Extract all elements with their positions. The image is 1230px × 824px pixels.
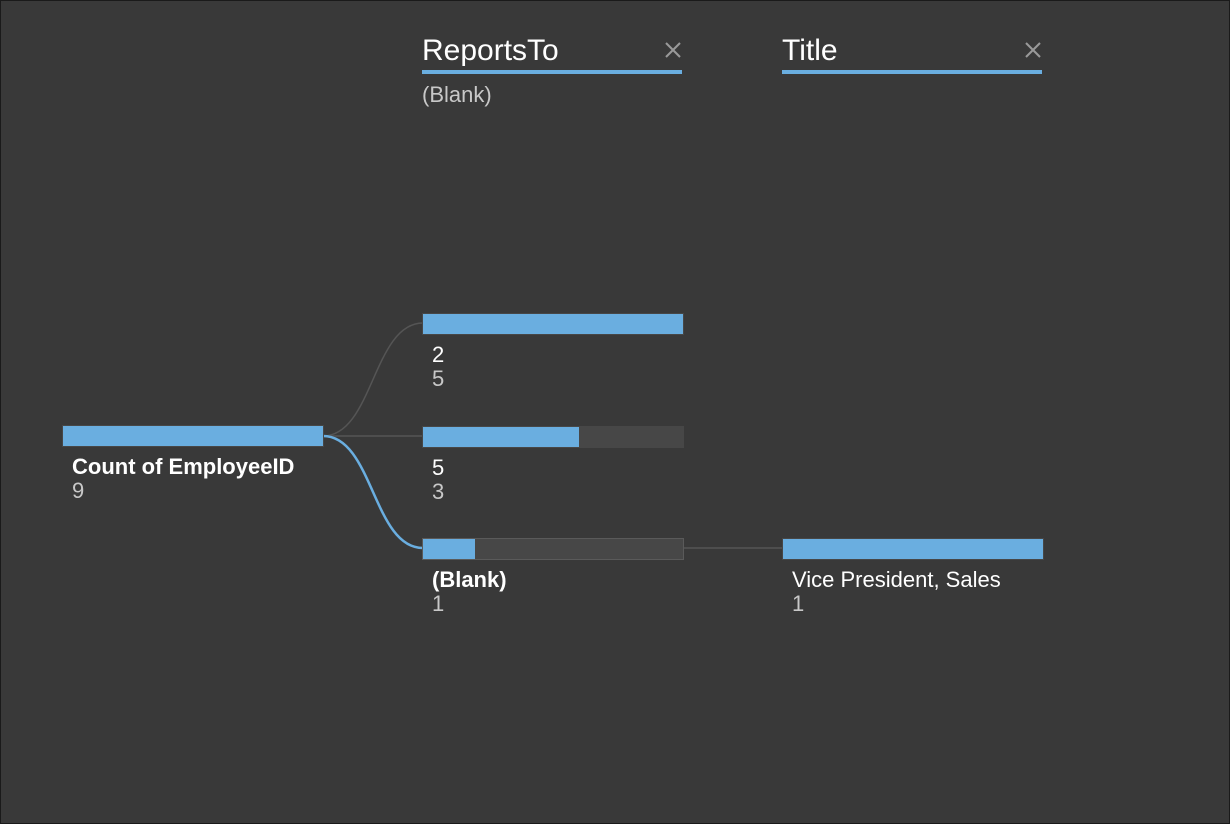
tree-node-bar[interactable]	[422, 426, 684, 448]
level-filter-label: (Blank)	[422, 82, 492, 107]
tree-node-value: 3	[432, 479, 445, 504]
tree-node-label: (Blank)	[432, 567, 507, 592]
tree-node-fill	[423, 427, 579, 447]
tree-node-value: 5	[432, 366, 445, 391]
tree-node-value: 1	[432, 591, 445, 616]
connector-root-to-2	[322, 322, 424, 437]
root-node-bar[interactable]	[62, 425, 324, 447]
tree-node-label: Vice President, Sales	[792, 567, 1001, 592]
tree-connectors	[322, 322, 783, 550]
tree-node-reportsto-5: 5 3	[422, 426, 684, 504]
level-header-title: ReportsTo	[422, 34, 559, 67]
level-header-title-field: Title	[782, 29, 1042, 74]
tree-node-reportsto-blank: (Blank) 1	[422, 538, 684, 616]
level-header-underline	[782, 70, 1042, 74]
level-header-reportsto: ReportsTo	[422, 29, 682, 74]
level-header-title: Title	[782, 34, 838, 67]
tree-node-label: 5	[432, 455, 445, 480]
tree-node-fill	[423, 539, 475, 559]
close-icon[interactable]	[1024, 41, 1042, 59]
tree-node-fill	[423, 314, 683, 334]
root-node-fill	[63, 426, 323, 446]
root-node-value: 9	[72, 478, 85, 503]
tree-node-bar-selected[interactable]	[422, 538, 684, 560]
tree-node-label: 2	[432, 342, 445, 367]
close-icon[interactable]	[664, 41, 682, 59]
connector-root-to-blank	[322, 434, 424, 550]
level-header-underline	[422, 70, 682, 74]
tree-node-fill	[783, 539, 1043, 559]
tree-node-bar[interactable]	[422, 313, 684, 335]
tree-node-title-vp-sales: Vice President, Sales 1	[782, 538, 1044, 616]
decomposition-tree-visual: ReportsTo (Blank) Title Count of Employe…	[0, 0, 1230, 824]
root-node: Count of EmployeeID 9	[62, 425, 324, 503]
tree-node-reportsto-2: 2 5	[422, 313, 684, 391]
root-node-label: Count of EmployeeID	[72, 454, 295, 479]
tree-node-value: 1	[792, 591, 805, 616]
tree-node-bar[interactable]	[782, 538, 1044, 560]
